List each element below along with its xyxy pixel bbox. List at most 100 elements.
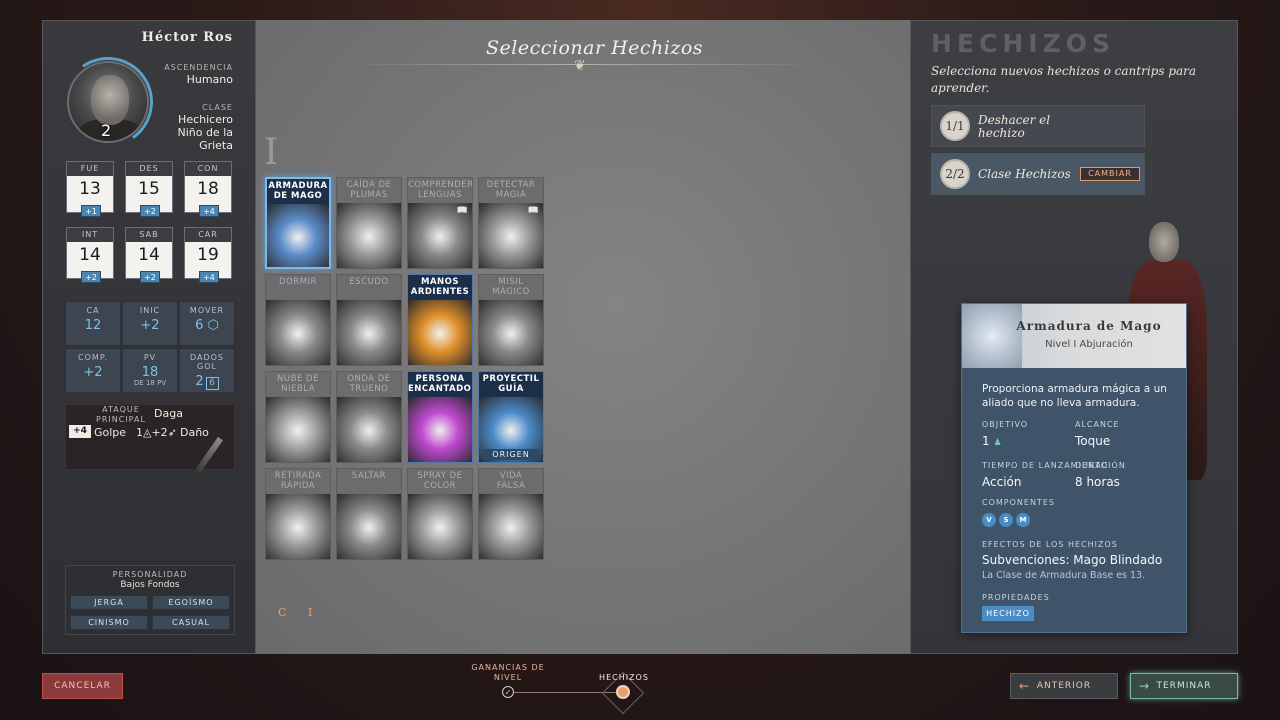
spell-name-line-1: CAÍDA DE [346,180,392,190]
trait-chip[interactable]: JERGA [70,595,148,610]
hit-points[interactable]: PV 18 DE 18 PV [122,348,178,393]
ability-label: DES [126,162,172,176]
spell-name: CAÍDA DE PLUMAS [337,178,401,203]
ability-fue[interactable]: FUE 13 +1 [66,161,114,217]
spell-card[interactable]: ONDA DE TRUENO [336,371,402,463]
spell-card[interactable]: PERSONAENCANTADORA [407,371,473,463]
class-line-2: Niño de la [177,126,233,139]
spell-card[interactable]: ARMADURA DE MAGO [265,177,331,269]
ability-label: CON [185,162,231,176]
spell-name: DETECTAR MAGIA [479,178,543,203]
spell-card[interactable]: SALTAR [336,468,402,560]
character-level: 2 [101,121,112,140]
finish-label: TERMINAR [1156,681,1212,691]
ability-value: 14 [79,245,101,265]
step-spells[interactable]: HECHIZOS [594,673,654,682]
class-spells-label: Clase Hechizos [978,167,1071,181]
component-m-icon: M [1016,513,1030,527]
personality-label: PERSONALIDAD [112,570,188,579]
ability-int[interactable]: INT 14 +2 [66,227,114,283]
spell-card[interactable]: MISIL MÁGICO [478,274,544,366]
ancestry-value: Humano [186,73,233,86]
character-model-head [1149,222,1179,262]
spell-name-line-2: NIEBLA [281,384,315,394]
ability-des[interactable]: DES 15 +2 [125,161,173,217]
filter-level-1[interactable]: I [308,606,312,619]
spell-card[interactable]: MANOS ARDIENTES [407,274,473,366]
change-button[interactable]: CAMBIAR [1080,167,1140,181]
trait-chip[interactable]: CINISMO [70,615,148,630]
ability-con[interactable]: CON 18 +4 [184,161,232,217]
ability-label: SAB [126,228,172,242]
class-line-1: Hechicero [178,113,233,126]
ability-car[interactable]: CAR 19 +4 [184,227,232,283]
spell-name-line-2: DE MAGO [273,191,323,201]
class-line-3: Grieta [199,139,233,152]
spell-card[interactable]: RETIRADA RÁPIDA [265,468,331,560]
d6-die-icon: 6 [205,377,219,390]
previous-label: ANTERIOR [1036,681,1092,691]
spell-card[interactable]: DETECTAR MAGIA 📖 [478,177,544,269]
spell-name: ONDA DE TRUENO [337,372,401,397]
ability-value: 14 [138,245,160,265]
trait-chip[interactable]: EGOÍSMO [152,595,230,610]
cancel-button[interactable]: CANCELAR [42,673,123,699]
spell-art-icon [479,300,543,365]
effects-label: EFECTOS DE LOS HECHIZOS [982,540,1118,549]
spell-card[interactable]: COMPRENDER LENGUAS 📖 [407,177,473,269]
hit-points-label: PV [143,353,157,362]
ability-value: 13 [79,179,101,199]
cast-time-value: Acción [982,475,1022,489]
previous-button[interactable]: ← ANTERIOR [1010,673,1118,699]
spell-name-line-1: COMPRENDER [408,180,473,190]
cube-icon: ⬡ [207,318,219,333]
main-attack[interactable]: ATAQUE PRINCIPAL Daga +4 Golpe 1◬+2➶ Daño [65,404,235,474]
hit-dice-label: DADOS GOL [189,353,225,371]
spell-card[interactable]: SPRAY DE COLOR [407,468,473,560]
spell-name: COMPRENDER LENGUAS [408,178,472,203]
spell-card[interactable]: PROYECTIL GUÍA ORIGEN [478,371,544,463]
hit-points-max: DE 18 PV [133,379,167,387]
spell-name-line-1: DORMIR [279,277,317,287]
spell-art-icon [267,204,329,267]
undo-spell-choice[interactable]: 1/1 Deshacer el hechizo [931,105,1145,147]
movement[interactable]: MOVER 6 ⬡ [179,301,235,346]
finish-button[interactable]: → TERMINAR [1130,673,1238,699]
character-name: Héctor Ros [141,30,233,45]
spell-art-icon [337,300,401,365]
trait-chip[interactable]: CASUAL [152,615,230,630]
properties-label: PROPIEDADES [982,593,1050,602]
spell-card[interactable]: NUBE DE NIEBLA [265,371,331,463]
spell-name-line-1: ONDA DE [347,374,391,384]
spell-tooltip: Armadura de Mago Nivel I Abjuración Prop… [961,303,1187,633]
spell-name: PERSONAENCANTADORA [408,372,472,397]
proficiency[interactable]: COMP. +2 [65,348,121,393]
dagger-icon [195,436,223,474]
book-icon: 📖 [527,206,539,216]
tooltip-spell-level: Nivel I Abjuración [1045,339,1133,350]
filter-cantrips[interactable]: C [278,606,286,619]
spell-card[interactable]: ESCUDO [336,274,402,366]
step-level-gains[interactable]: GANANCIAS DE NIVEL [468,663,548,683]
spell-card[interactable]: DORMIR [265,274,331,366]
spell-art-icon [408,300,472,365]
spell-source-tag: ORIGEN [483,449,539,460]
class-spells-choice[interactable]: 2/2 Clase Hechizos CAMBIAR [931,153,1145,195]
spell-name: SPRAY DE COLOR [408,469,472,494]
spell-name: ARMADURA DE MAGO [267,179,329,204]
spell-name: MISIL MÁGICO [479,275,543,300]
armor-class[interactable]: CA 12 [65,301,121,346]
spells-side-panel: HECHIZOS Selecciona nuevos hechizos o ca… [910,20,1238,654]
spell-name: DORMIR [266,275,330,300]
spell-name-line-2: LENGUAS [418,190,462,200]
ability-sab[interactable]: SAB 14 +2 [125,227,173,283]
movement-value: 6 ⬡ [180,318,234,333]
initiative[interactable]: INIC +2 [122,301,178,346]
spell-card[interactable]: CAÍDA DE PLUMAS [336,177,402,269]
portrait-face [91,75,129,125]
spell-card[interactable]: VIDA FALSA [478,468,544,560]
undo-label-line-2: hechizo [978,126,1025,140]
movement-label: MOVER [189,306,225,315]
effect-title: Subvenciones: Mago Blindado [982,553,1163,567]
hit-dice[interactable]: DADOS GOL 26 [179,348,235,393]
